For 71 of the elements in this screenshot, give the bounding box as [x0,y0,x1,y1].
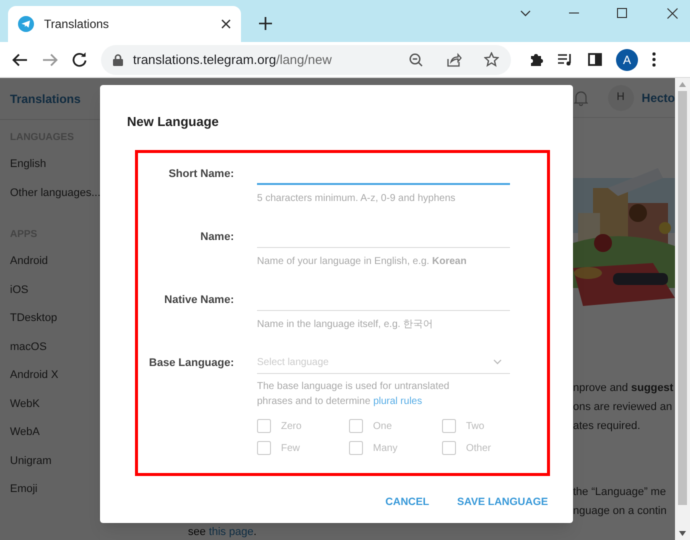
back-arrow-icon[interactable] [12,52,28,66]
browser-tab[interactable]: Translations [8,6,241,42]
field-label: Short Name: [168,166,234,182]
body-text: ates required. [573,419,642,434]
address-bar[interactable]: translations.telegram.org/lang/new [101,44,511,74]
menu-icon[interactable] [652,52,656,67]
dialog-title: New Language [127,113,220,131]
tab-title: Translations [44,16,110,33]
chevron-down-icon [493,359,502,365]
field-hint: Name in the language itself, e.g. 한국어 [257,318,434,332]
scroll-down-icon[interactable] [679,531,686,536]
close-icon[interactable] [667,8,678,18]
body-text: ons are reviewed an [573,400,674,415]
save-language-button[interactable]: SAVE LANGUAGE [457,494,548,510]
checkbox-label: Zero [281,420,302,434]
minimize-icon[interactable] [569,12,579,14]
checkbox-label: Many [373,442,398,456]
maximize-icon[interactable] [617,8,627,18]
checkbox-label: One [373,420,392,434]
sidebar-item[interactable]: macOS [10,332,100,361]
checkbox[interactable] [349,441,363,455]
side-panel-icon[interactable] [588,53,602,66]
lock-icon [113,54,123,66]
sidebar-item[interactable]: Emoji [10,475,100,504]
user-name[interactable]: Hecto [642,88,675,106]
checkbox-label: Few [281,442,300,456]
url-text: translations.telegram.org/lang/new [133,50,333,69]
field-hint: Name of your language in English, e.g. Korean [257,254,468,268]
sidebar-item[interactable]: Android X [10,361,100,390]
checkbox-label: Other [466,442,492,456]
forward-arrow-icon[interactable] [42,52,58,66]
plural-rules-link[interactable]: plural rules [373,396,422,406]
chevron-down-icon[interactable] [520,10,531,16]
brand-link[interactable]: Translations [10,90,100,119]
checkbox[interactable] [257,441,271,455]
checkbox[interactable] [257,419,271,433]
new-tab-icon[interactable] [259,17,272,30]
star-icon[interactable] [484,52,499,67]
media-list-icon[interactable] [558,53,574,66]
field-hint: 5 characters minimum. A-z, 0-9 and hyphens [257,192,456,206]
sidebar-item[interactable]: Android [10,247,100,276]
sidebar-item[interactable]: Other languages... [10,178,100,207]
field-hint: The base language is used for untranslated phrases and to determine plural rules [257,380,450,408]
puzzle-icon[interactable] [529,52,544,67]
footer-text: see this page. [188,524,258,540]
field-label: Name: [199,230,234,244]
paper-plane-icon [18,16,34,32]
cancel-button[interactable]: CANCEL [385,494,430,510]
user-avatar[interactable]: H [608,84,634,110]
checkbox[interactable] [442,441,456,455]
profile-avatar[interactable]: A [616,48,638,70]
page-link[interactable]: this page [208,526,254,538]
sidebar-item[interactable]: English [10,150,100,178]
sidebar-item[interactable]: WebA [10,418,100,446]
close-icon[interactable] [221,19,231,29]
body-text: the “Language” me [573,485,667,500]
checkbox[interactable] [349,419,363,433]
body-text: nprove and suggest [573,381,674,396]
body-text: nguage on a contin [573,504,668,519]
checkbox-label: Two [466,420,484,434]
reload-icon[interactable] [72,52,87,67]
sidebar-item[interactable]: TDesktop [10,304,100,332]
scrollbar-thumb[interactable] [678,91,687,505]
checkbox[interactable] [442,419,456,433]
sidebar-item[interactable]: WebK [10,390,100,418]
sidebar-item[interactable]: iOS [10,276,100,304]
sidebar-item[interactable]: Unigram [10,446,100,475]
zoom-out-icon[interactable] [409,52,423,66]
field-label: Base Language: [148,356,234,370]
field-label: Native Name: [163,292,234,308]
share-icon[interactable] [447,52,462,66]
